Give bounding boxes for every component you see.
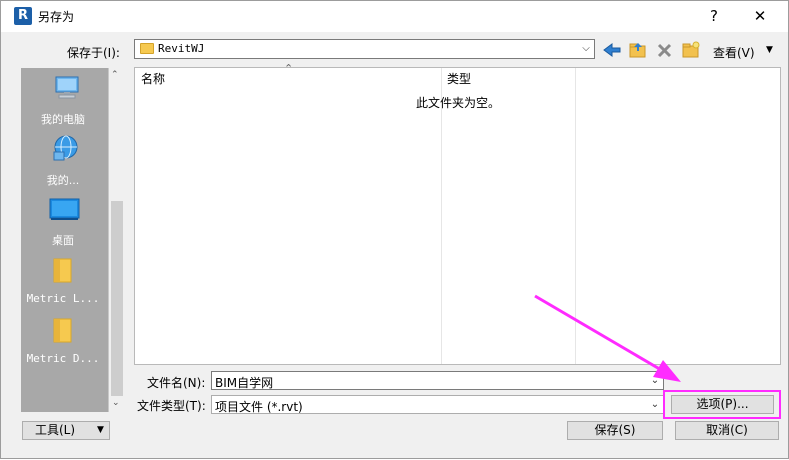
- annotation-arrow: [534, 294, 681, 382]
- save-as-dialog: R 另存为 ? ✕ 保存于(I): RevitWJ ⌵ 查看(V) ▼ 我的电脑…: [0, 0, 789, 459]
